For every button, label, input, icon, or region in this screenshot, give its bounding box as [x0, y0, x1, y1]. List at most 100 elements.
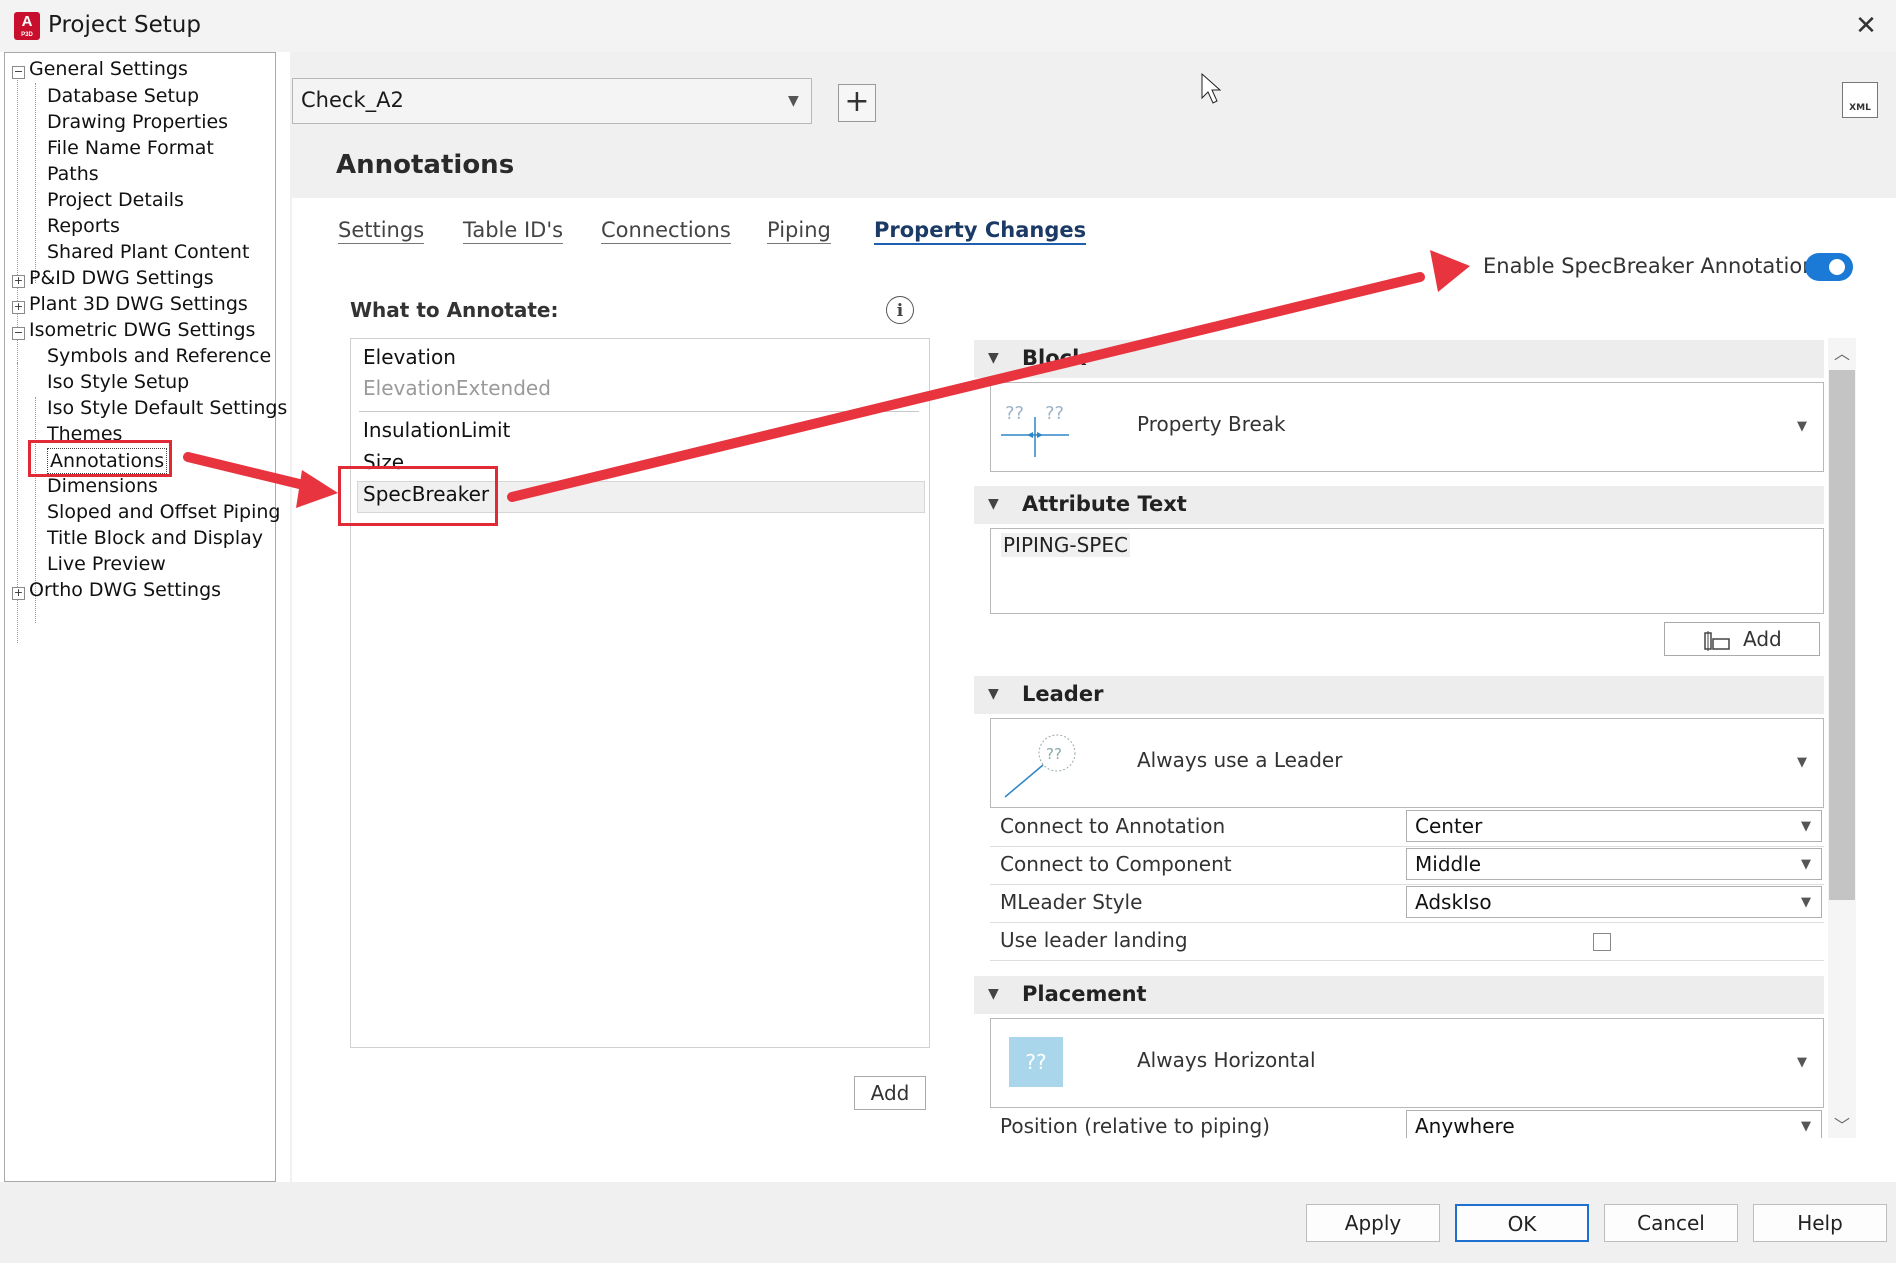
collapse-isometric-icon[interactable]: − — [12, 327, 25, 340]
attribute-text-section-header[interactable]: ▼ Attribute Text — [974, 486, 1824, 524]
chevron-down-icon: ▼ — [1801, 895, 1811, 910]
horizontal-placement-preview-icon: ?? — [1009, 1037, 1063, 1087]
collapse-triangle-icon: ▼ — [988, 350, 999, 366]
tab-settings[interactable]: Settings — [338, 218, 425, 244]
attribute-text-field[interactable]: PIPING-SPEC — [990, 528, 1824, 614]
chevron-down-icon: ▼ — [1797, 419, 1807, 434]
cancel-button[interactable]: Cancel — [1604, 1204, 1738, 1242]
leader-row: MLeader Style AdskIso ▼ — [990, 884, 1824, 923]
expand-pid-icon[interactable]: + — [12, 275, 25, 288]
attribute-add-button[interactable]: Add — [1664, 622, 1820, 656]
tree-item-title-block-and-display[interactable]: Title Block and Display — [47, 526, 263, 550]
enable-specbreaker-label: Enable SpecBreaker Annotations: — [1483, 254, 1834, 278]
select-value: AdskIso — [1415, 890, 1492, 914]
tree-item-iso-style-default-settings[interactable]: Iso Style Default Settings — [47, 396, 287, 420]
select-value: Middle — [1415, 852, 1482, 876]
tree-item-shared-plant-content[interactable]: Shared Plant Content — [47, 240, 249, 264]
row-label: Connect to Annotation — [1000, 814, 1226, 838]
tab-piping[interactable]: Piping — [767, 218, 831, 244]
tree-item-sloped-and-offset-piping[interactable]: Sloped and Offset Piping — [47, 500, 280, 524]
toggle-knob — [1829, 259, 1845, 275]
leader-section-header[interactable]: ▼ Leader — [974, 676, 1824, 714]
placement-dropdown[interactable]: ?? Always Horizontal ▼ — [990, 1018, 1824, 1108]
scrollbar-thumb[interactable] — [1829, 370, 1855, 900]
tree-item-general-settings[interactable]: General Settings — [29, 57, 188, 81]
placement-section-header[interactable]: ▼ Placement — [974, 976, 1824, 1014]
tree-item-symbols-and-reference[interactable]: Symbols and Reference — [47, 344, 271, 368]
xml-export-icon[interactable]: XML — [1842, 82, 1878, 118]
placement-value: Always Horizontal — [1137, 1048, 1316, 1072]
block-section-header[interactable]: ▼ Block — [974, 340, 1824, 378]
add-label: Add — [1743, 627, 1782, 651]
list-item[interactable]: InsulationLimit — [363, 418, 510, 442]
title-bar — [0, 0, 1896, 52]
list-separator — [359, 411, 919, 412]
chevron-down-icon: ▼ — [1801, 857, 1811, 872]
tree-item-database-setup[interactable]: Database Setup — [47, 84, 199, 108]
list-item[interactable]: ElevationExtended — [363, 376, 551, 400]
add-annotation-button[interactable]: Add — [854, 1076, 926, 1110]
help-button[interactable]: Help — [1753, 1204, 1887, 1242]
tab-property-changes[interactable]: Property Changes — [874, 218, 1087, 245]
position-select[interactable]: Anywhere ▼ — [1406, 1110, 1822, 1138]
window-title: Project Setup — [48, 12, 201, 38]
style-combo[interactable]: Check_A2 ▼ — [292, 78, 812, 124]
tree-item-ortho-dwg-settings[interactable]: Ortho DWG Settings — [29, 578, 221, 602]
page-title: Annotations — [336, 150, 515, 180]
add-style-button[interactable]: + — [838, 84, 876, 122]
tree-item-dimensions[interactable]: Dimensions — [47, 474, 158, 498]
section-title: Attribute Text — [1022, 492, 1187, 516]
row-label: Use leader landing — [1000, 928, 1188, 952]
tree-item-drawing-properties[interactable]: Drawing Properties — [47, 110, 228, 134]
row-label: Position (relative to piping) — [1000, 1114, 1270, 1138]
chevron-down-icon: ▼ — [1801, 819, 1811, 834]
leader-preview-icon: ?? — [1004, 734, 1076, 798]
close-button[interactable]: ✕ — [1850, 10, 1882, 42]
tree-item-paths[interactable]: Paths — [47, 162, 99, 186]
annotations-highlight-box — [28, 440, 172, 477]
tree-item-project-details[interactable]: Project Details — [47, 188, 184, 212]
tab-table-ids[interactable]: Table ID's — [463, 218, 564, 244]
section-title: Leader — [1022, 682, 1104, 706]
collapse-triangle-icon: ▼ — [988, 496, 999, 512]
attribute-token[interactable]: PIPING-SPEC — [1001, 533, 1130, 557]
scroll-down-icon[interactable]: ﹀ — [1834, 1112, 1850, 1136]
tree-item-isometric-dwg-settings[interactable]: Isometric DWG Settings — [29, 318, 255, 342]
list-item[interactable]: Elevation — [363, 345, 456, 369]
leader-row: Connect to Annotation Center ▼ — [990, 808, 1824, 847]
leader-value: Always use a Leader — [1137, 748, 1343, 772]
collapse-general-icon[interactable]: − — [12, 66, 25, 79]
tree-item-live-preview[interactable]: Live Preview — [47, 552, 166, 576]
block-dropdown[interactable]: ?? ?? Property Break ▼ — [990, 382, 1824, 472]
connect-annotation-select[interactable]: Center ▼ — [1406, 810, 1822, 842]
leader-row: Connect to Component Middle ▼ — [990, 846, 1824, 885]
mleader-style-select[interactable]: AdskIso ▼ — [1406, 886, 1822, 918]
svg-text:??: ?? — [1005, 403, 1024, 424]
block-value: Property Break — [1137, 412, 1286, 436]
info-icon[interactable]: i — [886, 296, 914, 324]
expand-plant3d-icon[interactable]: + — [12, 301, 25, 314]
scroll-up-icon[interactable]: ︿ — [1834, 340, 1850, 364]
tree-item-reports[interactable]: Reports — [47, 214, 120, 238]
svg-text:??: ?? — [1046, 745, 1062, 763]
tree-item-pid-dwg-settings[interactable]: P&ID DWG Settings — [29, 266, 214, 290]
svg-text:??: ?? — [1045, 403, 1064, 424]
style-combo-value: Check_A2 — [301, 88, 404, 112]
leader-row: Use leader landing — [990, 922, 1824, 961]
tree-item-iso-style-setup[interactable]: Iso Style Setup — [47, 370, 189, 394]
annotate-list[interactable]: Elevation ElevationExtended InsulationLi… — [350, 338, 930, 1048]
leader-dropdown[interactable]: ?? Always use a Leader ▼ — [990, 718, 1824, 808]
use-leader-landing-checkbox[interactable] — [1593, 933, 1611, 951]
expand-ortho-icon[interactable]: + — [12, 587, 25, 600]
settings-tree[interactable]: − General Settings Database Setup Drawin… — [4, 52, 287, 1182]
collapse-triangle-icon: ▼ — [988, 686, 999, 702]
row-label: Connect to Component — [1000, 852, 1232, 876]
tree-item-plant3d-dwg-settings[interactable]: Plant 3D DWG Settings — [29, 292, 248, 316]
tree-item-file-name-format[interactable]: File Name Format — [47, 136, 214, 160]
select-value: Anywhere — [1415, 1114, 1515, 1138]
connect-component-select[interactable]: Middle ▼ — [1406, 848, 1822, 880]
apply-button[interactable]: Apply — [1306, 1204, 1440, 1242]
ok-button[interactable]: OK — [1455, 1204, 1589, 1242]
tab-connections[interactable]: Connections — [601, 218, 731, 244]
app-logo-icon: A P3D — [14, 12, 40, 40]
